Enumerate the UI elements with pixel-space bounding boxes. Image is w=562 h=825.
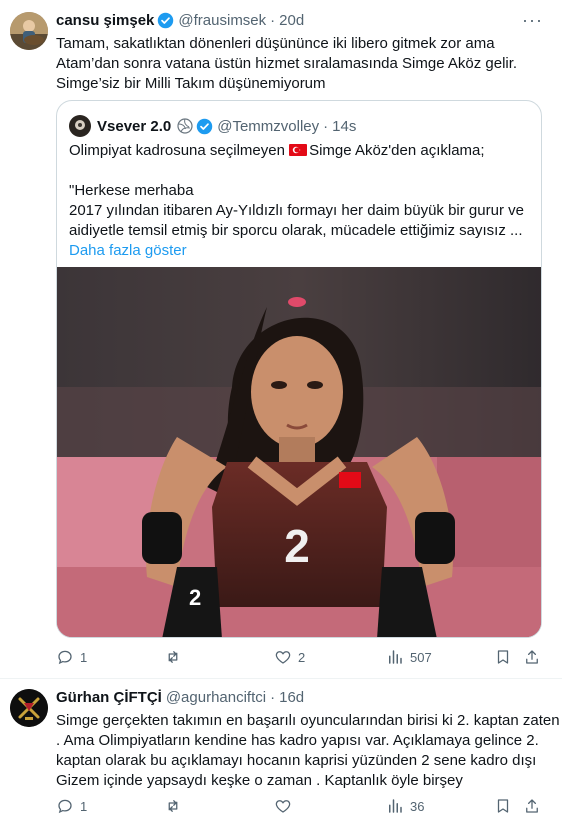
reply-icon	[58, 799, 72, 814]
volleyball-icon	[177, 118, 193, 134]
quoted-text-line: "Herkese merhaba	[69, 182, 194, 199]
retweet-icon	[168, 651, 178, 663]
quoted-avatar[interactable]	[69, 115, 91, 137]
bookmark-button[interactable]	[494, 797, 512, 815]
tweet-text-line: Simge gerçekten takımın en başarılı oyun…	[56, 712, 560, 729]
jersey-number: 2	[284, 520, 310, 572]
retweet-button[interactable]	[164, 797, 182, 815]
view-count: 507	[410, 649, 432, 665]
retweet-button[interactable]	[164, 648, 182, 666]
tweet-actions: 1 36	[56, 797, 546, 817]
turkey-flag-icon	[289, 144, 308, 156]
quoted-text-line: 2017 yılından itibaren Ay-Yıldızlı forma…	[69, 202, 524, 219]
verified-badge-icon	[197, 118, 213, 134]
quoted-author-name[interactable]: Vsever 2.0	[97, 118, 171, 135]
tweet-text-line: . Ama Olimpiyatların kendine has kadro y…	[56, 732, 539, 749]
views-icon	[389, 650, 402, 664]
quoted-tweet-time[interactable]: 14s	[332, 118, 356, 135]
tweet-time[interactable]: 16d	[279, 689, 304, 706]
tweet-text-line: Tamam, sakatlıktan dönenleri düşününce i…	[56, 35, 495, 52]
views-icon	[389, 799, 402, 813]
tweet-photo[interactable]: 2 2	[57, 267, 541, 637]
quoted-text-pre: Olimpiyat kadrosuna seçilmeyen	[69, 142, 290, 159]
share-icon	[526, 799, 538, 813]
tweet-text-line: Gizem içinde yapsaydı keşke o zaman . Ka…	[56, 772, 463, 789]
heart-icon	[275, 800, 291, 813]
tweet-main: cansu şimşek @frausimsek · 20d ··· Tamam…	[0, 0, 562, 680]
views-button[interactable]: 36	[386, 797, 424, 815]
share-icon	[526, 650, 538, 664]
avatar[interactable]	[10, 689, 48, 727]
verified-badge-icon	[158, 12, 174, 29]
quoted-tweet-text: Olimpiyat kadrosuna seçilmeyen Simge Akö…	[69, 141, 524, 261]
view-count: 36	[410, 798, 425, 814]
quoted-text-line: aidiyetle temsil etmiş bir sporcu olarak…	[69, 222, 523, 239]
author-handle[interactable]: @agurhanciftci	[166, 689, 266, 706]
tweet-text-line: kaptan olarak bu açıklamayı hocanın kapr…	[56, 752, 537, 769]
author-name[interactable]: Gürhan ÇİFTÇİ	[56, 689, 162, 706]
show-more-link[interactable]: Daha fazla göster	[69, 241, 524, 261]
separator-dot: ·	[323, 117, 329, 135]
tweet-header: Gürhan ÇİFTÇİ @agurhanciftci · 16d	[56, 689, 304, 706]
like-button[interactable]	[274, 797, 292, 815]
more-options-icon[interactable]: ···	[522, 10, 543, 31]
heart-icon	[275, 651, 291, 664]
bookmark-icon	[497, 799, 509, 813]
reply-icon	[58, 650, 72, 665]
shorts-number: 2	[189, 585, 201, 610]
tweet-time[interactable]: 20d	[279, 12, 304, 29]
like-button[interactable]: 2	[274, 648, 305, 666]
quoted-text-line: Olimpiyat kadrosuna seçilmeyen Simge Akö…	[69, 141, 524, 161]
quoted-tweet-header: Vsever 2.0 @Temmzvolley · 14s	[69, 115, 356, 137]
tweet-reply: Gürhan ÇİFTÇİ @agurhanciftci · 16d Simge…	[0, 679, 562, 825]
retweet-icon	[168, 800, 178, 812]
tweet-actions: 1 2 507	[56, 648, 546, 668]
tweet-text-line: Simge’siz bir Milli Takım düşünemiyorum	[56, 75, 326, 92]
views-button[interactable]: 507	[386, 648, 432, 666]
bookmark-icon	[497, 650, 509, 664]
tweet-text-line: Atam’dan sonra vatana üstün hizmet sıral…	[56, 55, 518, 72]
author-name[interactable]: cansu şimşek	[56, 12, 154, 29]
reply-count: 1	[80, 798, 88, 814]
quoted-author-handle[interactable]: @Temmzvolley	[217, 118, 319, 135]
share-button[interactable]	[523, 797, 541, 815]
tweet-text: Tamam, sakatlıktan dönenleri düşününce i…	[56, 34, 517, 94]
separator-dot: ·	[270, 689, 276, 706]
tweet-header: cansu şimşek @frausimsek · 20d	[56, 12, 304, 29]
avatar[interactable]	[10, 12, 48, 50]
tweet-text: Simge gerçekten takımın en başarılı oyun…	[56, 711, 560, 791]
author-handle[interactable]: @frausimsek	[178, 12, 266, 29]
share-button[interactable]	[523, 648, 541, 666]
separator-dot: ·	[270, 12, 276, 29]
like-count: 2	[298, 649, 306, 665]
reply-button[interactable]: 1	[56, 797, 87, 815]
reply-count: 1	[80, 649, 88, 665]
quoted-tweet[interactable]: Vsever 2.0 @Temmzvolley · 14s Olimpiyat …	[56, 100, 542, 638]
quoted-text-post: Simge Aköz'den açıklama;	[309, 142, 485, 159]
reply-button[interactable]: 1	[56, 648, 87, 666]
bookmark-button[interactable]	[494, 648, 512, 666]
